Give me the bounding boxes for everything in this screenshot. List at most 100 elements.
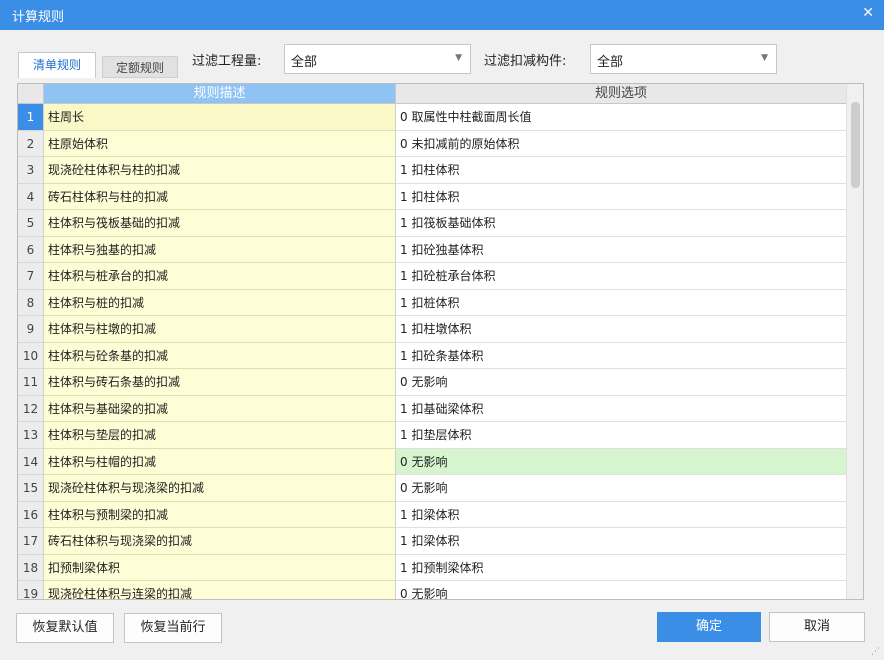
row-number: 5 [18, 210, 44, 237]
window-title: 计算规则 [12, 10, 65, 25]
filter-quantity-select[interactable]: 全部 ▼ [284, 44, 471, 74]
rule-description-cell: 柱体积与垫层的扣减 [44, 422, 396, 449]
vertical-scrollbar[interactable] [846, 84, 863, 599]
rule-option-cell[interactable]: 0 取属性中柱截面周长值 [396, 104, 846, 131]
row-number: 4 [18, 183, 44, 210]
rule-description-cell: 现浇砼柱体积与连梁的扣减 [44, 581, 396, 599]
rule-description-cell: 柱体积与桩承台的扣减 [44, 263, 396, 290]
rule-option-cell[interactable]: 0 无影响 [396, 448, 846, 475]
rule-option-cell[interactable]: 0 无影响 [396, 475, 846, 502]
rule-option-cell[interactable]: 1 扣砼条基体积 [396, 342, 846, 369]
rule-option-cell[interactable]: 1 扣预制梁体积 [396, 554, 846, 581]
tab-quota-rules[interactable]: 定额规则 [102, 56, 178, 78]
table-row[interactable]: 8 柱体积与桩的扣减 1 扣桩体积 [18, 289, 846, 316]
rule-option-cell[interactable]: 1 扣桩体积 [396, 289, 846, 316]
row-number: 6 [18, 236, 44, 263]
rule-description-cell: 砖石柱体积与柱的扣减 [44, 183, 396, 210]
table-row[interactable]: 5 柱体积与筏板基础的扣减 1 扣筏板基础体积 [18, 210, 846, 237]
rule-description-cell: 扣预制梁体积 [44, 554, 396, 581]
row-number: 18 [18, 554, 44, 581]
scrollbar-thumb[interactable] [851, 102, 860, 188]
cancel-button[interactable]: 取消 [769, 612, 865, 642]
restore-current-row-button[interactable]: 恢复当前行 [124, 613, 222, 643]
table-row[interactable]: 1 柱周长 0 取属性中柱截面周长值 [18, 104, 846, 131]
restore-default-button[interactable]: 恢复默认值 [16, 613, 114, 643]
rule-description-cell: 柱体积与桩的扣减 [44, 289, 396, 316]
row-number: 13 [18, 422, 44, 449]
row-number: 17 [18, 528, 44, 555]
rule-description-cell: 砖石柱体积与现浇梁的扣减 [44, 528, 396, 555]
rule-description-cell: 现浇砼柱体积与现浇梁的扣减 [44, 475, 396, 502]
rule-option-cell[interactable]: 1 扣柱体积 [396, 157, 846, 184]
table-row[interactable]: 4 砖石柱体积与柱的扣减 1 扣柱体积 [18, 183, 846, 210]
rule-option-cell[interactable]: 0 无影响 [396, 581, 846, 599]
rule-option-cell[interactable]: 1 扣基础梁体积 [396, 395, 846, 422]
row-number: 9 [18, 316, 44, 343]
rule-option-cell[interactable]: 1 扣柱体积 [396, 183, 846, 210]
rule-description-cell: 现浇砼柱体积与柱的扣减 [44, 157, 396, 184]
chevron-down-icon: ▼ [455, 53, 462, 63]
title-bar: 计算规则 ✕ [0, 0, 884, 30]
rule-option-cell[interactable]: 1 扣筏板基础体积 [396, 210, 846, 237]
rule-description-cell: 柱原始体积 [44, 130, 396, 157]
rule-option-cell[interactable]: 1 扣砼桩承台体积 [396, 263, 846, 290]
filter-quantity-value: 全部 [291, 55, 318, 70]
row-number: 14 [18, 448, 44, 475]
row-number: 3 [18, 157, 44, 184]
row-number: 19 [18, 581, 44, 599]
table-row[interactable]: 10 柱体积与砼条基的扣减 1 扣砼条基体积 [18, 342, 846, 369]
rule-description-cell: 柱体积与筏板基础的扣减 [44, 210, 396, 237]
rule-description-cell: 柱体积与独基的扣减 [44, 236, 396, 263]
rule-option-cell[interactable]: 0 未扣减前的原始体积 [396, 130, 846, 157]
chevron-down-icon: ▼ [761, 53, 768, 63]
table-row[interactable]: 14 柱体积与柱帽的扣减 0 无影响 [18, 448, 846, 475]
table-row[interactable]: 11 柱体积与砖石条基的扣减 0 无影响 [18, 369, 846, 396]
tab-bill-rules[interactable]: 清单规则 [18, 52, 96, 78]
column-header-option[interactable]: 规则选项 [396, 84, 846, 104]
table-row[interactable]: 2 柱原始体积 0 未扣减前的原始体积 [18, 130, 846, 157]
row-number: 11 [18, 369, 44, 396]
rule-description-cell: 柱体积与柱墩的扣减 [44, 316, 396, 343]
table-row[interactable]: 13 柱体积与垫层的扣减 1 扣垫层体积 [18, 422, 846, 449]
rule-option-cell[interactable]: 1 扣砼独基体积 [396, 236, 846, 263]
table-row[interactable]: 19 现浇砼柱体积与连梁的扣减 0 无影响 [18, 581, 846, 599]
rule-description-cell: 柱体积与预制梁的扣减 [44, 501, 396, 528]
rule-option-cell[interactable]: 1 扣梁体积 [396, 501, 846, 528]
table-row[interactable]: 16 柱体积与预制梁的扣减 1 扣梁体积 [18, 501, 846, 528]
resize-grip-icon[interactable]: ⋰ [871, 647, 880, 657]
row-number: 12 [18, 395, 44, 422]
rownum-header [18, 84, 44, 104]
ok-button[interactable]: 确定 [657, 612, 761, 642]
table-row[interactable]: 12 柱体积与基础梁的扣减 1 扣基础梁体积 [18, 395, 846, 422]
filter-deduct-select[interactable]: 全部 ▼ [590, 44, 777, 74]
rule-option-cell[interactable]: 1 扣垫层体积 [396, 422, 846, 449]
rule-description-cell: 柱体积与柱帽的扣减 [44, 448, 396, 475]
filter-quantity-label: 过滤工程量: [192, 54, 262, 69]
row-number: 10 [18, 342, 44, 369]
row-number: 8 [18, 289, 44, 316]
table-row[interactable]: 9 柱体积与柱墩的扣减 1 扣柱墩体积 [18, 316, 846, 343]
table-row[interactable]: 7 柱体积与桩承台的扣减 1 扣砼桩承台体积 [18, 263, 846, 290]
rule-option-cell[interactable]: 0 无影响 [396, 369, 846, 396]
rule-description-cell: 柱体积与砼条基的扣减 [44, 342, 396, 369]
filter-deduct-value: 全部 [597, 55, 624, 70]
table-row[interactable]: 18 扣预制梁体积 1 扣预制梁体积 [18, 554, 846, 581]
row-number: 7 [18, 263, 44, 290]
rule-description-cell: 柱体积与砖石条基的扣减 [44, 369, 396, 396]
row-number: 2 [18, 130, 44, 157]
table-row[interactable]: 6 柱体积与独基的扣减 1 扣砼独基体积 [18, 236, 846, 263]
row-number: 1 [18, 104, 44, 131]
rule-description-cell: 柱体积与基础梁的扣减 [44, 395, 396, 422]
table-row[interactable]: 3 现浇砼柱体积与柱的扣减 1 扣柱体积 [18, 157, 846, 184]
row-number: 15 [18, 475, 44, 502]
row-number: 16 [18, 501, 44, 528]
rule-option-cell[interactable]: 1 扣梁体积 [396, 528, 846, 555]
column-header-desc[interactable]: 规则描述 [44, 84, 396, 104]
rule-option-cell[interactable]: 1 扣柱墩体积 [396, 316, 846, 343]
table-row[interactable]: 17 砖石柱体积与现浇梁的扣减 1 扣梁体积 [18, 528, 846, 555]
rules-grid: 规则描述 规则选项 1 柱周长 0 取属性中柱截面周长值 2 柱原始体积 0 未扣减前的原… [17, 83, 864, 600]
rule-description-cell: 柱周长 [44, 104, 396, 131]
table-row[interactable]: 15 现浇砼柱体积与现浇梁的扣减 0 无影响 [18, 475, 846, 502]
close-icon[interactable]: ✕ [862, 5, 874, 21]
filter-deduct-label: 过滤扣减构件: [484, 54, 567, 69]
